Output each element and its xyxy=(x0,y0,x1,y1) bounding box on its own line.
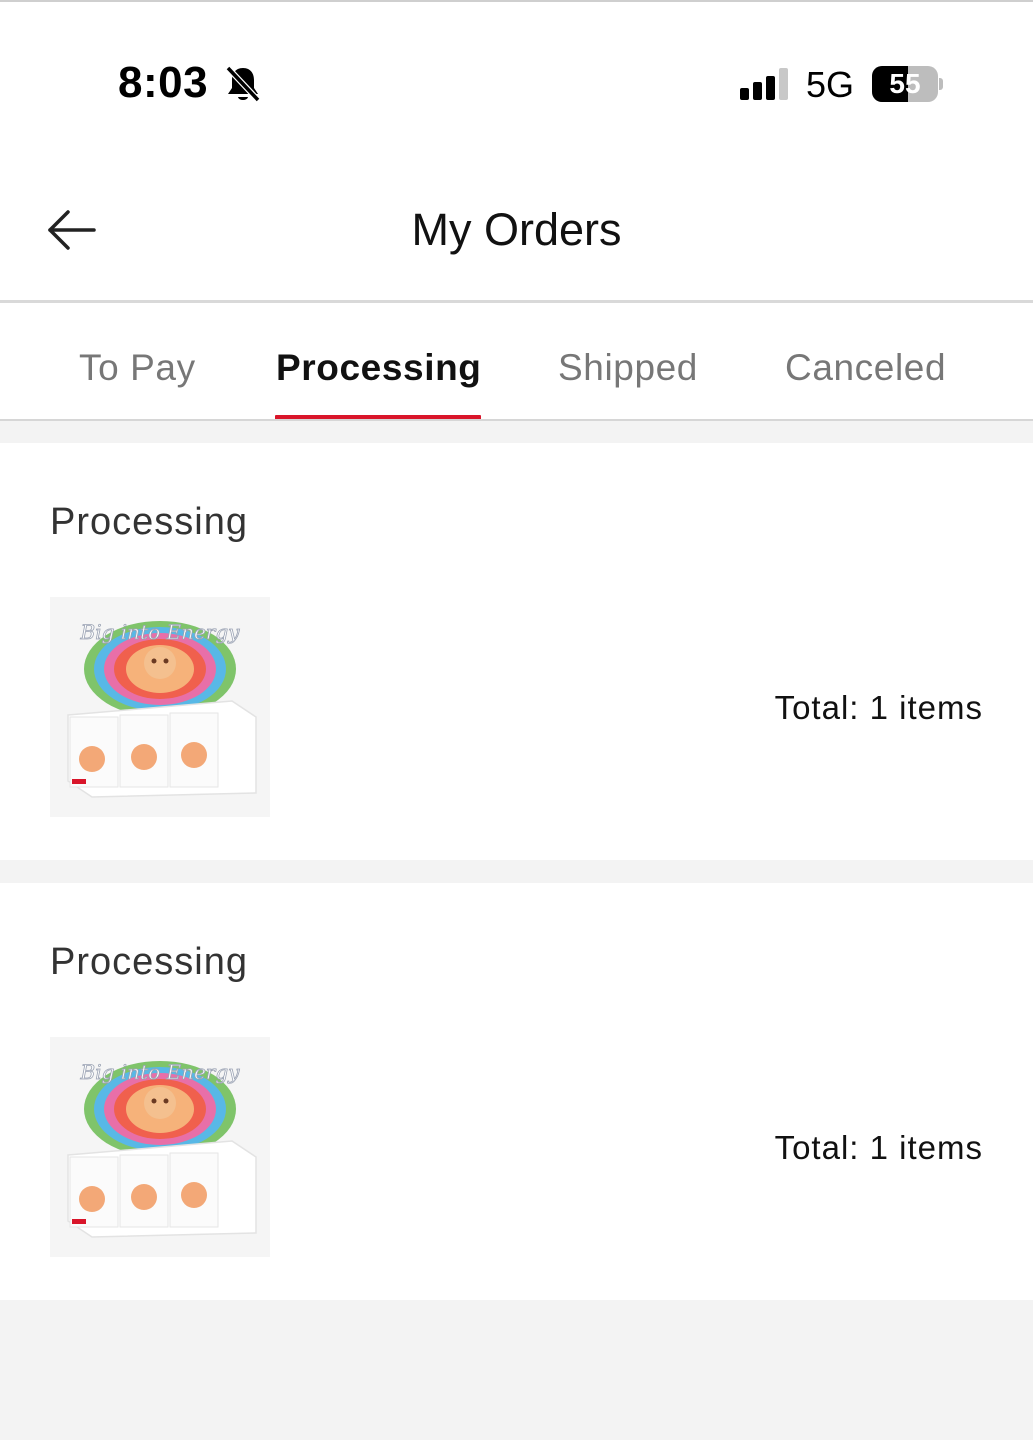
product-image[interactable]: Big into Energy xyxy=(50,597,270,817)
order-card[interactable]: Processing Big into Energy Total: 1 item… xyxy=(0,443,1033,860)
battery-icon: 55 xyxy=(872,66,944,102)
tab-canceled[interactable]: Canceled xyxy=(785,347,946,389)
blind-box-display-image: Big into Energy xyxy=(50,1037,270,1257)
page-title: My Orders xyxy=(411,204,622,255)
product-image[interactable]: Big into Energy xyxy=(50,1037,270,1257)
network-label: 5G xyxy=(806,64,855,105)
order-tabs: To Pay Processing Shipped Canceled xyxy=(0,303,1033,420)
battery-text: 55 xyxy=(889,68,921,99)
order-total: Total: 1 items xyxy=(774,1129,983,1166)
top-border xyxy=(0,0,1033,2)
tab-to-pay[interactable]: To Pay xyxy=(79,347,196,389)
order-status: Processing xyxy=(50,501,248,543)
tab-shipped[interactable]: Shipped xyxy=(558,347,698,389)
signal-icon xyxy=(740,68,792,100)
order-total: Total: 1 items xyxy=(774,689,983,726)
svg-text:Big into Energy: Big into Energy xyxy=(80,620,241,644)
bell-slash-icon xyxy=(225,65,261,103)
order-card[interactable]: Processing Big into Energy Total: 1 item… xyxy=(0,883,1033,1300)
svg-text:Big into Energy: Big into Energy xyxy=(80,1060,241,1084)
status-time: 8:03 xyxy=(118,58,209,107)
blind-box-display-image: Big into Energy xyxy=(50,597,270,817)
tabs-divider xyxy=(0,419,1033,421)
order-status: Processing xyxy=(50,941,248,983)
tab-processing[interactable]: Processing xyxy=(276,347,481,389)
